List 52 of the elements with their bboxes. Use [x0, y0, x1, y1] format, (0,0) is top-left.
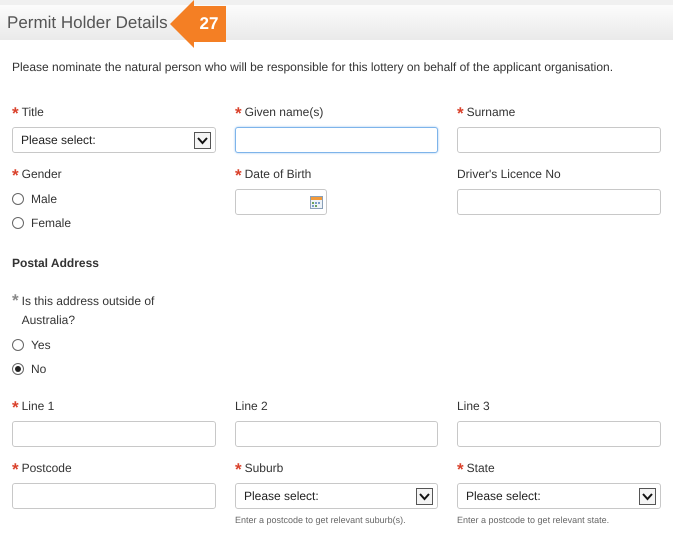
required-asterisk: *: [12, 402, 19, 414]
date-field[interactable]: [235, 189, 327, 215]
required-asterisk: *: [12, 108, 19, 120]
calendar-icon[interactable]: [310, 196, 323, 208]
required-asterisk: *: [457, 464, 464, 476]
text-field[interactable]: [457, 189, 661, 215]
field-label: Line 1: [22, 399, 54, 413]
field-label: State: [466, 461, 495, 475]
dropdown-caret-icon[interactable]: [194, 132, 211, 148]
field-label: Title: [22, 105, 44, 119]
required-asterisk: *: [12, 295, 19, 307]
intro-text: Please nominate the natural person who will be responsible for this lottery on behalf of the applicant organisation.: [12, 60, 614, 74]
text-field[interactable]: [457, 127, 661, 153]
field-label: Line 3: [457, 399, 490, 413]
field-label: Driver's Licence No: [457, 167, 561, 181]
field-label: Gender: [22, 167, 62, 181]
required-asterisk: *: [235, 464, 242, 476]
text-field[interactable]: [457, 421, 661, 447]
section-title: Permit Holder Details: [7, 12, 168, 32]
select-dropdown[interactable]: Please select:: [457, 483, 661, 509]
hint-text: Enter a postcode to get relevant state.: [457, 515, 610, 525]
dropdown-caret-icon[interactable]: [639, 488, 656, 504]
select-dropdown[interactable]: Please select:: [235, 483, 438, 509]
radio-label[interactable]: Female: [31, 216, 72, 230]
callout-badge: 27: [170, 0, 226, 48]
text-field[interactable]: [235, 127, 438, 153]
text-field[interactable]: [235, 421, 438, 447]
radio-button[interactable]: [12, 339, 24, 351]
radio-button[interactable]: [12, 363, 24, 375]
field-label: Suburb: [244, 461, 284, 475]
dropdown-caret-icon[interactable]: [416, 488, 433, 504]
text-field[interactable]: [12, 421, 216, 447]
required-asterisk: *: [235, 170, 242, 182]
text-field[interactable]: [12, 483, 216, 509]
field-label: Postcode: [22, 461, 72, 475]
field-label: Line 2: [235, 399, 268, 413]
required-asterisk: *: [457, 108, 464, 120]
required-asterisk: *: [12, 170, 19, 182]
radio-label[interactable]: Male: [31, 192, 58, 206]
field-label: Is this address outside of Australia?: [22, 293, 156, 329]
field-label: Date of Birth: [244, 167, 312, 181]
radio-button[interactable]: [12, 193, 24, 205]
radio-label[interactable]: Yes: [31, 338, 51, 352]
select-dropdown[interactable]: Please select:: [12, 127, 216, 153]
radio-label[interactable]: No: [31, 362, 46, 376]
required-asterisk: *: [12, 464, 19, 476]
required-asterisk: *: [235, 108, 242, 120]
radio-button[interactable]: [12, 217, 24, 229]
hint-text: Enter a postcode to get relevant suburb(s).: [235, 515, 407, 525]
section-heading: Postal Address: [12, 256, 100, 270]
field-label: Surname: [466, 105, 516, 119]
field-label: Given name(s): [244, 105, 324, 119]
